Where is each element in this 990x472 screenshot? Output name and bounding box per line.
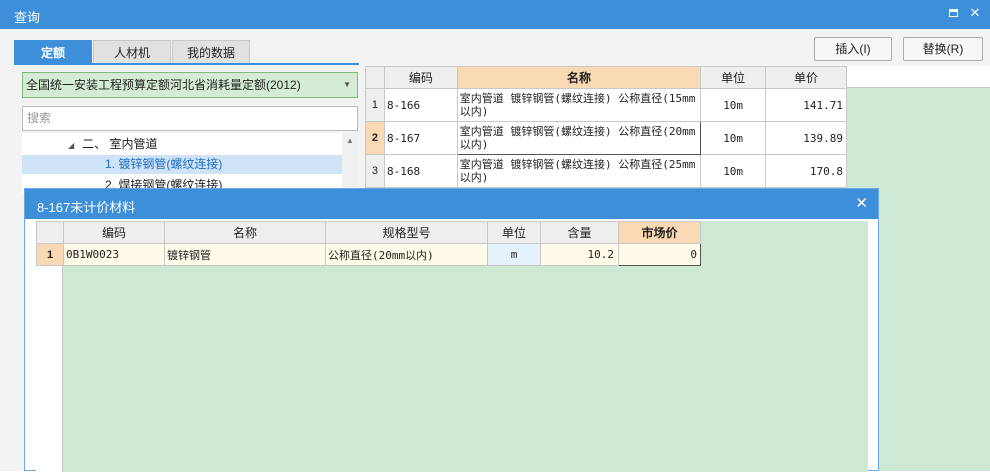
insert-button[interactable]: 插入(I) [814,37,892,61]
cell-code[interactable]: 0B1W0023 [63,243,165,266]
dialog-title-bar: 8-167未计价材料 ✕ [25,189,878,219]
cell-price[interactable]: 139.89 [765,121,847,155]
col-code-header[interactable]: 编码 [383,66,458,89]
cell-name[interactable]: 镀锌钢管 [164,243,326,266]
tree-item-indoor-pipe[interactable]: ◢ 二、 室内管道 [22,135,342,154]
col-qty-header[interactable]: 含量 [540,221,619,244]
cell-code[interactable]: 8-167 [383,121,458,155]
query-window: 查询 ✕ 定额 人材机 我的数据 插入(I) 替换(R) 全国统一安装工程预算定… [0,0,990,472]
tab-underline [14,63,359,65]
maximize-icon[interactable] [944,4,962,22]
cell-name[interactable]: 室内管道 镀锌钢管(螺纹连接) 公称直径(15mm以内) [456,88,702,122]
cell-code[interactable]: 8-168 [383,154,458,188]
col-price-header[interactable]: 单价 [765,66,847,89]
tab-labor-material-machine[interactable]: 人材机 [93,40,171,64]
cell-qty[interactable]: 10.2 [540,243,619,266]
grid-corner [36,221,64,244]
cell-unit[interactable]: 10m [700,154,767,188]
material-grid: 编码 名称 规格型号 单位 含量 市场价 1 0B1W0023 镀锌钢管 公称直… [36,221,868,472]
search-input[interactable]: 搜索 [22,106,358,131]
close-icon[interactable]: ✕ [855,194,868,212]
cell-market-price[interactable]: 0 [618,243,701,266]
cell-name[interactable]: 室内管道 镀锌钢管(螺纹连接) 公称直径(25mm以内) [456,154,702,188]
title-bar: 查询 ✕ [0,0,990,29]
tab-my-data[interactable]: 我的数据 [172,40,250,64]
col-market-price-header[interactable]: 市场价 [618,221,701,244]
cell-unit[interactable]: 10m [700,88,767,122]
cell-spec[interactable]: 公称直径(20mm以内) [325,243,488,266]
material-header-row: 编码 名称 规格型号 单位 含量 市场价 [36,221,701,244]
col-spec-header[interactable]: 规格型号 [325,221,488,244]
row-number: 3 [365,154,385,188]
cell-name[interactable]: 室内管道 镀锌钢管(螺纹连接) 公称直径(20mm以内) [456,121,702,155]
table-row[interactable]: 1 8-166 室内管道 镀锌钢管(螺纹连接) 公称直径(15mm以内) 10m… [365,88,847,122]
col-unit-header[interactable]: 单位 [700,66,767,89]
window-title: 查询 [14,10,41,25]
tree-item-label: 二、 室内管道 [82,137,158,151]
tree-item-galvanized-pipe[interactable]: 1. 镀锌钢管(螺纹连接) [22,155,342,174]
dialog-title: 8-167未计价材料 [37,200,136,215]
expand-triangle-icon[interactable]: ◢ [68,141,74,150]
table-row[interactable]: 3 8-168 室内管道 镀锌钢管(螺纹连接) 公称直径(25mm以内) 10m… [365,154,847,188]
grid-corner [365,66,385,89]
cell-unit[interactable]: m [487,243,541,266]
tree-scrollbar[interactable]: ▲ [342,133,358,193]
tab-quota[interactable]: 定额 [14,40,92,64]
library-select[interactable]: 全国统一安装工程预算定额河北省消耗量定额(2012) ▼ [22,72,358,98]
library-select-value: 全国统一安装工程预算定额河北省消耗量定额(2012) [26,78,301,92]
replace-button[interactable]: 替换(R) [903,37,983,61]
grid-header-row: 编码 名称 单位 单价 [365,66,847,89]
col-name-header[interactable]: 名称 [164,221,326,244]
row-number: 2 [365,121,385,155]
scroll-up-icon[interactable]: ▲ [346,136,354,145]
cell-price[interactable]: 141.71 [765,88,847,122]
row-number: 1 [36,243,64,266]
cell-unit[interactable]: 10m [700,121,767,155]
cell-price[interactable]: 170.8 [765,154,847,188]
table-row[interactable]: 1 0B1W0023 镀锌钢管 公称直径(20mm以内) m 10.2 0 [36,243,701,266]
table-row-selected[interactable]: 2 8-167 室内管道 镀锌钢管(螺纹连接) 公称直径(20mm以内) 10m… [365,121,847,155]
row-number: 1 [365,88,385,122]
close-icon[interactable]: ✕ [966,4,984,22]
chevron-down-icon: ▼ [343,80,351,89]
quota-tree: ◢ 二、 室内管道 1. 镀锌钢管(螺纹连接) 2. 焊接钢管(螺纹连接) ▲ [22,133,358,193]
unpriced-material-dialog: 8-167未计价材料 ✕ 编码 名称 规格型号 单位 含量 市场价 1 0B1W… [24,188,879,472]
quota-grid: 编码 名称 单位 单价 1 8-166 室内管道 镀锌钢管(螺纹连接) 公称直径… [365,66,847,188]
col-code-header[interactable]: 编码 [63,221,165,244]
col-unit-header[interactable]: 单位 [487,221,541,244]
col-name-header[interactable]: 名称 [456,66,702,89]
cell-code[interactable]: 8-166 [383,88,458,122]
